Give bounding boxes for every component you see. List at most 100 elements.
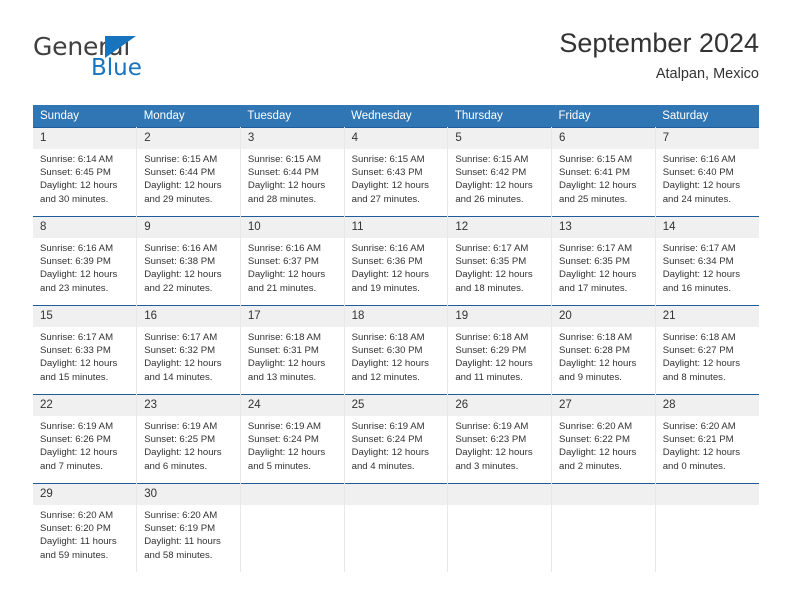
weekday-header-friday: Friday — [551, 105, 656, 128]
calendar-day-cell[interactable]: 15 Sunrise: 6:17 AM Sunset: 6:33 PM Dayligh… — [33, 305, 138, 395]
calendar-day-cell[interactable]: 17 Sunrise: 6:18 AM Sunset: 6:31 PM Dayligh… — [240, 305, 345, 395]
calendar-day-cell[interactable]: 1 Sunrise: 6:14 AM Sunset: 6:45 PM Daylight… — [33, 127, 138, 217]
sunset-text: Sunset: 6:24 PM — [351, 434, 423, 446]
calendar-day-cell[interactable]: 26 Sunrise: 6:19 AM Sunset: 6:23 PM Dayligh… — [447, 394, 553, 484]
sunset-text: Sunset: 6:34 PM — [662, 256, 734, 268]
daylight-text-line1: Daylight: 12 hours — [144, 358, 222, 370]
weekday-header-thursday: Thursday — [447, 105, 552, 128]
sunset-text: Sunset: 6:25 PM — [144, 434, 216, 446]
calendar-day-cell[interactable]: 2 Sunrise: 6:15 AM Sunset: 6:44 PM Daylight… — [136, 127, 241, 217]
weekday-header-monday: Monday — [136, 105, 241, 128]
daylight-text-line1: Daylight: 12 hours — [144, 180, 222, 192]
sunset-text: Sunset: 6:32 PM — [144, 345, 216, 357]
sunrise-text: Sunrise: 6:19 AM — [40, 421, 114, 432]
daylight-text-line2: and 21 minutes. — [247, 282, 317, 294]
day-details: Sunrise: 6:17 AM Sunset: 6:33 PM Daylight:… — [33, 327, 136, 384]
daylight-text-line2: and 9 minutes. — [559, 371, 622, 383]
sunset-text: Sunset: 6:31 PM — [247, 345, 319, 357]
calendar-day-cell[interactable]: 27 Sunrise: 6:20 AM Sunset: 6:22 PM Dayligh… — [551, 394, 656, 484]
calendar-day-cell[interactable]: 21 Sunrise: 6:18 AM Sunset: 6:27 PM Dayligh… — [655, 305, 759, 395]
sunrise-text: Sunrise: 6:16 AM — [144, 243, 218, 254]
page-title: September 2024 — [559, 28, 759, 58]
day-details: Sunrise: 6:18 AM Sunset: 6:27 PM Daylight:… — [656, 327, 759, 384]
sunset-text: Sunset: 6:22 PM — [559, 434, 630, 446]
calendar-day-cell[interactable]: 23 Sunrise: 6:19 AM Sunset: 6:25 PM Dayligh… — [136, 394, 241, 484]
sunset-text: Sunset: 6:41 PM — [559, 167, 630, 179]
day-number: 4 — [344, 128, 448, 149]
sunrise-text: Sunrise: 6:16 AM — [40, 243, 114, 254]
calendar-day-cell[interactable]: 9 Sunrise: 6:16 AM Sunset: 6:38 PM Daylight… — [136, 216, 241, 306]
sunrise-text: Sunrise: 6:15 AM — [144, 154, 218, 165]
calendar-day-cell[interactable]: 12 Sunrise: 6:17 AM Sunset: 6:35 PM Dayligh… — [447, 216, 553, 306]
calendar-day-cell[interactable]: 30 Sunrise: 6:20 AM Sunset: 6:19 PM Dayligh… — [136, 483, 241, 572]
sunset-text: Sunset: 6:33 PM — [40, 345, 111, 357]
sunset-text: Sunset: 6:45 PM — [40, 167, 111, 179]
calendar-day-cell[interactable]: 10 Sunrise: 6:16 AM Sunset: 6:37 PM Dayligh… — [240, 216, 345, 306]
weekday-header-tuesday: Tuesday — [240, 105, 345, 128]
day-number — [655, 484, 759, 505]
day-details: Sunrise: 6:19 AM Sunset: 6:25 PM Daylight:… — [137, 416, 240, 473]
daylight-text-line2: and 11 minutes. — [455, 371, 523, 383]
day-number — [240, 484, 344, 505]
calendar-day-cell[interactable]: 7 Sunrise: 6:16 AM Sunset: 6:40 PM Daylight… — [655, 127, 759, 217]
calendar-day-cell[interactable]: 11 Sunrise: 6:16 AM Sunset: 6:36 PM Dayligh… — [344, 216, 449, 306]
calendar-day-cell[interactable]: 4 Sunrise: 6:15 AM Sunset: 6:43 PM Daylight… — [344, 127, 449, 217]
sunrise-text: Sunrise: 6:17 AM — [144, 332, 218, 343]
calendar-day-cell[interactable]: 16 Sunrise: 6:17 AM Sunset: 6:32 PM Dayligh… — [136, 305, 241, 395]
daylight-text-line1: Daylight: 12 hours — [247, 447, 326, 459]
calendar-cell-empty — [447, 483, 553, 572]
daylight-text-line2: and 59 minutes. — [40, 549, 109, 561]
day-details: Sunrise: 6:20 AM Sunset: 6:21 PM Daylight:… — [656, 416, 759, 473]
daylight-text-line2: and 18 minutes. — [455, 282, 524, 294]
calendar-day-cell[interactable]: 24 Sunrise: 6:19 AM Sunset: 6:24 PM Dayligh… — [240, 394, 345, 484]
calendar-day-cell[interactable]: 8 Sunrise: 6:16 AM Sunset: 6:39 PM Daylight… — [33, 216, 138, 306]
daylight-text-line2: and 13 minutes. — [247, 371, 317, 383]
day-details: Sunrise: 6:15 AM Sunset: 6:44 PM Daylight:… — [137, 149, 240, 206]
calendar-day-cell[interactable]: 5 Sunrise: 6:15 AM Sunset: 6:42 PM Daylight… — [447, 127, 553, 217]
day-number: 15 — [33, 306, 137, 327]
daylight-text-line1: Daylight: 12 hours — [247, 269, 326, 281]
calendar-cell-empty — [655, 483, 759, 572]
daylight-text-line2: and 5 minutes. — [247, 460, 311, 472]
day-number: 19 — [448, 306, 552, 327]
day-number: 5 — [448, 128, 552, 149]
daylight-text-line2: and 26 minutes. — [455, 193, 524, 205]
day-number — [448, 484, 552, 505]
daylight-text-line2: and 16 minutes. — [662, 282, 731, 294]
sunset-text: Sunset: 6:35 PM — [559, 256, 630, 268]
daylight-text-line1: Daylight: 12 hours — [247, 358, 326, 370]
calendar-day-cell[interactable]: 19 Sunrise: 6:18 AM Sunset: 6:29 PM Dayligh… — [447, 305, 553, 395]
day-number: 30 — [137, 484, 240, 505]
calendar-day-cell[interactable]: 14 Sunrise: 6:17 AM Sunset: 6:34 PM Dayligh… — [655, 216, 759, 306]
calendar-day-cell[interactable]: 13 Sunrise: 6:17 AM Sunset: 6:35 PM Dayligh… — [551, 216, 656, 306]
calendar-day-cell[interactable]: 18 Sunrise: 6:18 AM Sunset: 6:30 PM Dayligh… — [344, 305, 449, 395]
page-header: General Blue September 2024 Atalpan, Mex… — [33, 26, 759, 96]
sunrise-text: Sunrise: 6:15 AM — [247, 154, 321, 165]
calendar-day-cell[interactable]: 22 Sunrise: 6:19 AM Sunset: 6:26 PM Dayligh… — [33, 394, 138, 484]
calendar-day-cell[interactable]: 6 Sunrise: 6:15 AM Sunset: 6:41 PM Daylight… — [551, 127, 656, 217]
day-details: Sunrise: 6:18 AM Sunset: 6:30 PM Daylight:… — [345, 327, 448, 384]
calendar-day-cell[interactable]: 25 Sunrise: 6:19 AM Sunset: 6:24 PM Dayligh… — [344, 394, 449, 484]
daylight-text-line1: Daylight: 11 hours — [144, 536, 221, 548]
day-details: Sunrise: 6:20 AM Sunset: 6:19 PM Daylight:… — [137, 505, 240, 562]
daylight-text-line1: Daylight: 12 hours — [351, 180, 429, 192]
calendar-week-row: 8 Sunrise: 6:16 AM Sunset: 6:39 PM Daylight… — [33, 216, 759, 306]
day-number: 29 — [33, 484, 137, 505]
day-details: Sunrise: 6:15 AM Sunset: 6:44 PM Daylight:… — [241, 149, 344, 206]
day-number: 18 — [344, 306, 448, 327]
calendar-page: General Blue September 2024 Atalpan, Mex… — [0, 0, 792, 612]
calendar-day-cell[interactable]: 29 Sunrise: 6:20 AM Sunset: 6:20 PM Dayligh… — [33, 483, 138, 572]
sunset-text: Sunset: 6:19 PM — [144, 523, 216, 535]
sunrise-text: Sunrise: 6:20 AM — [662, 421, 736, 432]
daylight-text-line1: Daylight: 12 hours — [351, 447, 429, 459]
calendar-day-cell[interactable]: 3 Sunrise: 6:15 AM Sunset: 6:44 PM Daylight… — [240, 127, 345, 217]
day-details: Sunrise: 6:18 AM Sunset: 6:31 PM Daylight:… — [241, 327, 344, 384]
calendar-day-cell[interactable]: 20 Sunrise: 6:18 AM Sunset: 6:28 PM Dayligh… — [551, 305, 656, 395]
calendar-cell-empty — [240, 483, 345, 572]
day-number: 2 — [137, 128, 240, 149]
calendar-day-cell[interactable]: 28 Sunrise: 6:20 AM Sunset: 6:21 PM Dayligh… — [655, 394, 759, 484]
calendar-week-row: 1 Sunrise: 6:14 AM Sunset: 6:45 PM Daylight… — [33, 127, 759, 217]
sunrise-text: Sunrise: 6:15 AM — [559, 154, 633, 165]
day-number: 11 — [344, 217, 448, 238]
daylight-text-line1: Daylight: 11 hours — [40, 536, 117, 548]
